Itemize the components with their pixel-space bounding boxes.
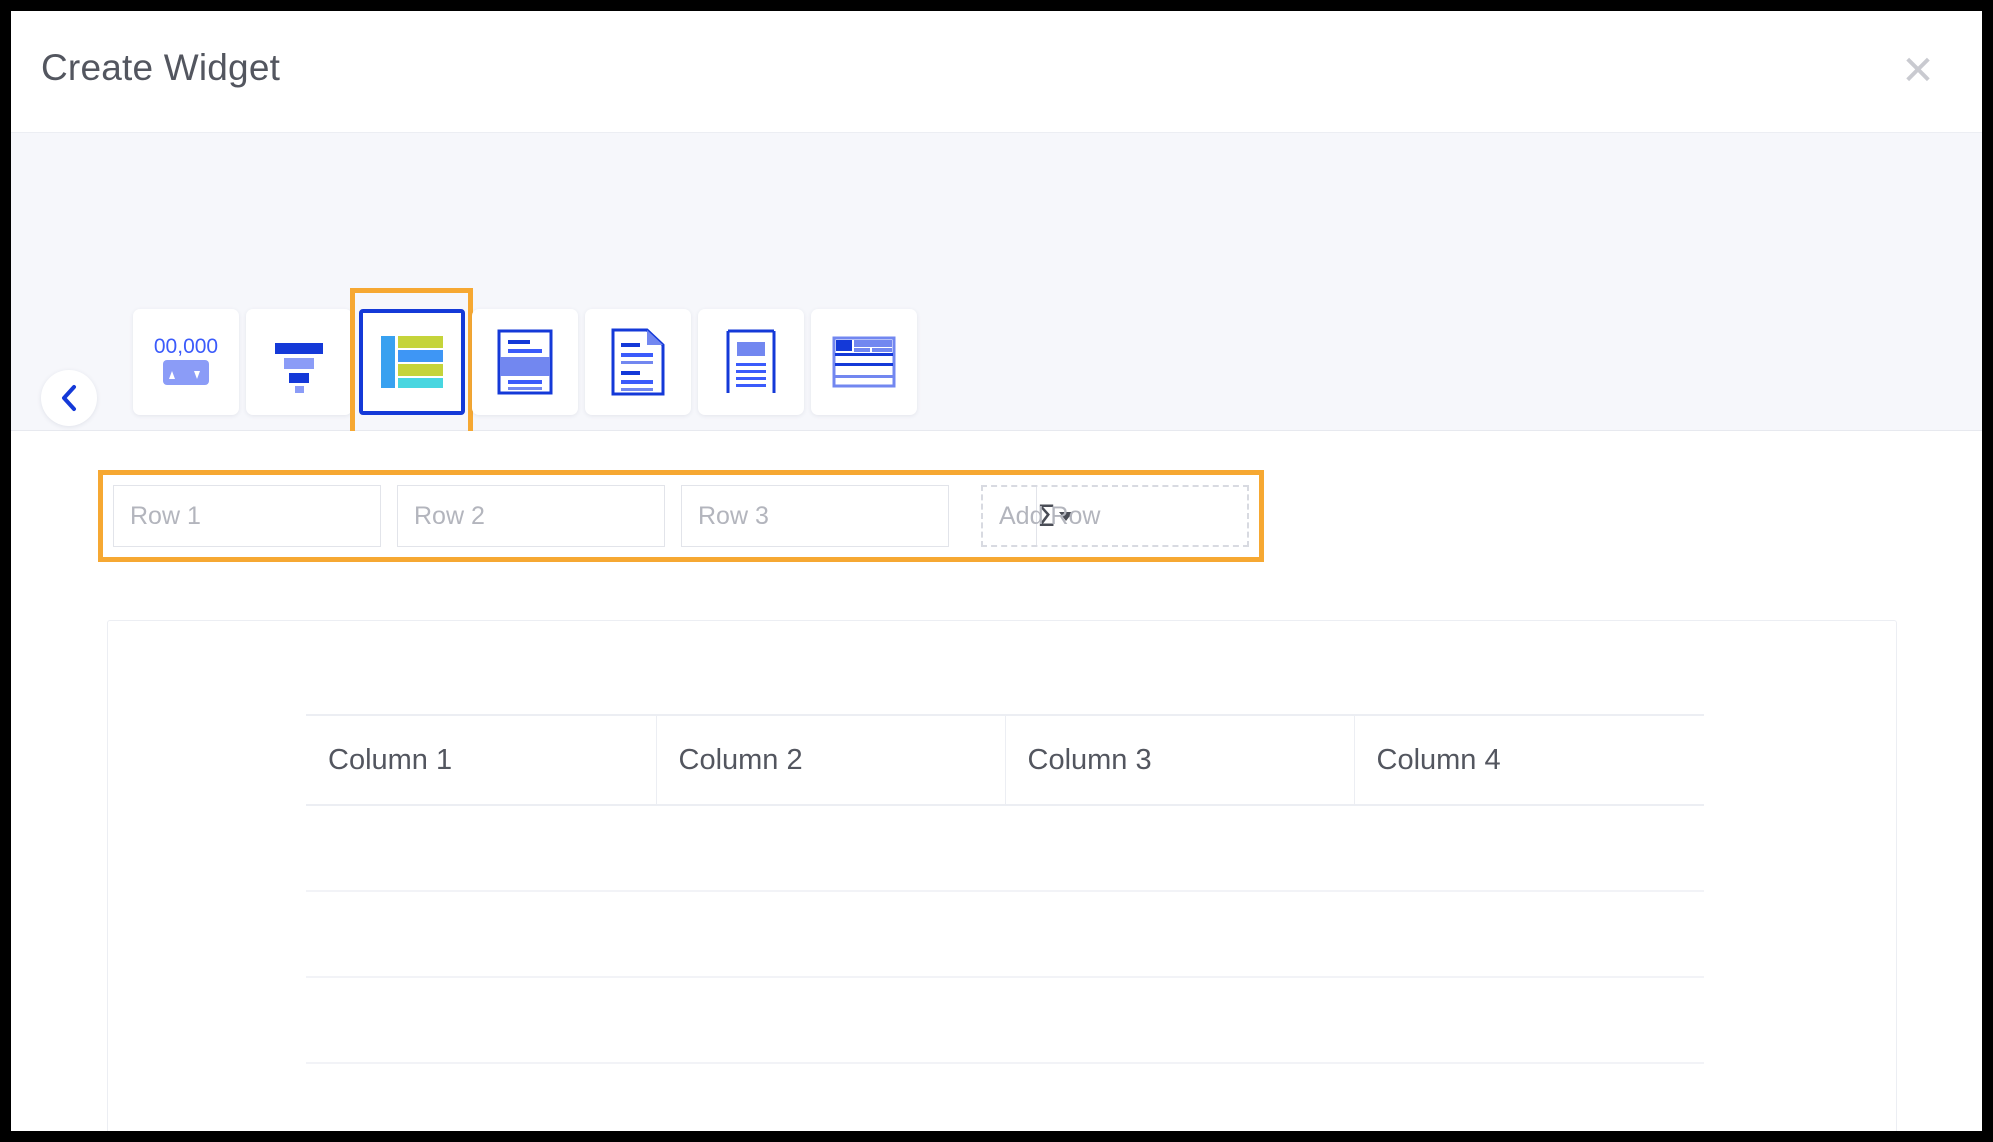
title-tile xyxy=(697,309,804,415)
table-cell xyxy=(656,977,1005,1064)
prev-types-button[interactable] xyxy=(41,370,97,426)
widget-type-strip: 00,000 Counter xyxy=(11,133,1982,514)
modal-header: Create Widget ✕ xyxy=(11,11,1982,133)
preview-table-body xyxy=(306,805,1704,1131)
summary-table-icon xyxy=(380,336,443,388)
page-title: Create Widget xyxy=(41,47,281,88)
chevron-left-icon xyxy=(62,385,76,411)
funnel-tile xyxy=(245,309,352,415)
row-field-3: Σ xyxy=(681,485,1074,547)
table-row xyxy=(306,977,1704,1064)
row-field-1: Σ xyxy=(113,485,506,547)
row-builder-zone: Σ Σ Σ Add Row xyxy=(11,431,1982,616)
add-row-label: Add Row xyxy=(999,501,1101,530)
title-icon xyxy=(726,329,775,393)
create-widget-modal: Create Widget ✕ 00,000 Counter xyxy=(11,11,1982,1131)
summary-table-tile xyxy=(358,309,465,415)
table-cell xyxy=(1005,805,1354,892)
table-row xyxy=(306,805,1704,892)
table-cell xyxy=(1354,1063,1704,1131)
text-icon xyxy=(611,328,664,396)
funnel-icon xyxy=(274,343,323,393)
table-cell xyxy=(306,805,656,892)
grouped-summary-tile xyxy=(810,309,917,415)
svg-text:00,000: 00,000 xyxy=(153,335,217,358)
close-icon[interactable]: ✕ xyxy=(1896,51,1940,95)
post-card-icon xyxy=(497,329,552,395)
column-header[interactable]: Column 4 xyxy=(1354,714,1704,806)
post-card-tile xyxy=(471,309,578,415)
table-cell xyxy=(306,891,656,978)
column-header[interactable]: Column 2 xyxy=(656,714,1006,806)
row-builder-highlight: Σ Σ Σ Add Row xyxy=(98,470,1264,562)
table-cell xyxy=(1354,805,1704,892)
table-cell xyxy=(1354,891,1704,978)
row-field-2: Σ xyxy=(397,485,790,547)
table-cell xyxy=(1005,977,1354,1064)
table-cell xyxy=(656,891,1005,978)
table-cell xyxy=(656,1063,1005,1131)
grouped-summary-icon xyxy=(832,336,895,388)
widget-type-list: 00,000 Counter xyxy=(129,133,920,514)
table-cell xyxy=(1005,891,1354,978)
table-cell xyxy=(1005,1063,1354,1131)
table-cell xyxy=(306,1063,656,1131)
table-row xyxy=(306,891,1704,978)
table-cell xyxy=(656,805,1005,892)
widget-preview-card: Column 1 Column 2 Column 3 Column 4 xyxy=(107,620,1897,1131)
add-row-button[interactable]: Add Row xyxy=(981,485,1249,547)
table-cell xyxy=(1354,977,1704,1064)
counter-tile: 00,000 xyxy=(132,309,239,415)
table-header-row: Column 1 Column 2 Column 3 Column 4 xyxy=(306,714,1704,806)
column-header[interactable]: Column 3 xyxy=(1005,714,1355,806)
text-tile xyxy=(584,309,691,415)
table-cell xyxy=(306,977,656,1064)
column-header[interactable]: Column 1 xyxy=(306,714,657,806)
table-row xyxy=(306,1063,1704,1131)
counter-icon: 00,000 xyxy=(153,335,218,385)
preview-table: Column 1 Column 2 Column 3 Column 4 xyxy=(306,714,1704,1131)
